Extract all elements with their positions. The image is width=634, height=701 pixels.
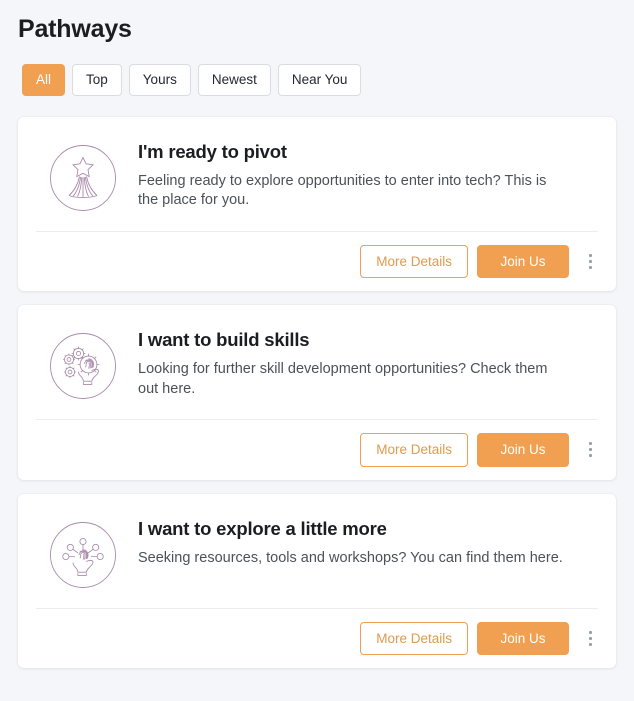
card-title: I want to explore a little more bbox=[138, 517, 387, 539]
card-actions: More Details Join Us bbox=[18, 232, 616, 292]
card-body: I want to explore a little more Seeking … bbox=[18, 494, 616, 608]
card-actions: More Details Join Us bbox=[18, 420, 616, 480]
card-description: Feeling ready to explore opportunities t… bbox=[138, 172, 547, 209]
network-fingerprint-touch-icon bbox=[46, 518, 120, 592]
filter-pill-all[interactable]: All bbox=[22, 64, 66, 96]
pathways-page: Pathways All Top Yours Newest Near You I… bbox=[0, 0, 634, 701]
more-details-button[interactable]: More Details bbox=[360, 244, 468, 278]
card-actions: More Details Join Us bbox=[18, 609, 616, 669]
card-text: I want to explore a little more Seeking … bbox=[138, 516, 598, 569]
join-us-button[interactable]: Join Us bbox=[477, 244, 569, 278]
filter-bar: All Top Yours Newest Near You bbox=[18, 64, 616, 96]
card-title: I'm ready to pivot bbox=[138, 140, 287, 162]
filter-pill-top[interactable]: Top bbox=[72, 64, 122, 96]
kebab-menu-icon[interactable] bbox=[580, 625, 600, 651]
card-description: Seeking resources, tools and workshops? … bbox=[138, 549, 563, 566]
pathway-card[interactable]: I'm ready to pivot Feeling ready to expl… bbox=[18, 116, 616, 292]
filter-pill-near-you[interactable]: Near You bbox=[277, 64, 362, 96]
more-details-button[interactable]: More Details bbox=[360, 621, 468, 655]
more-details-button[interactable]: More Details bbox=[360, 433, 468, 467]
card-description: Looking for further skill development op… bbox=[138, 361, 548, 397]
kebab-menu-icon[interactable] bbox=[580, 248, 600, 274]
card-title: I want to build skills bbox=[138, 329, 310, 350]
card-text: I'm ready to pivot Feeling ready to expl… bbox=[138, 139, 598, 211]
page-title: Pathways bbox=[18, 15, 132, 43]
card-text: I want to build skills Looking for furth… bbox=[138, 327, 598, 399]
pathway-card[interactable]: I want to explore a little more Seeking … bbox=[18, 493, 616, 669]
join-us-button[interactable]: Join Us bbox=[477, 433, 569, 467]
filter-pill-yours[interactable]: Yours bbox=[128, 64, 191, 96]
card-body: I'm ready to pivot Feeling ready to expl… bbox=[18, 117, 616, 231]
card-body: I want to build skills Looking for furth… bbox=[18, 305, 616, 419]
shooting-star-icon bbox=[46, 141, 120, 215]
join-us-button[interactable]: Join Us bbox=[477, 621, 569, 655]
kebab-menu-icon[interactable] bbox=[580, 437, 600, 463]
filter-pill-newest[interactable]: Newest bbox=[197, 64, 271, 96]
gears-fingerprint-touch-icon bbox=[46, 329, 120, 403]
pathway-card[interactable]: I want to build skills Looking for furth… bbox=[18, 305, 616, 480]
pathway-card-list: I'm ready to pivot Feeling ready to expl… bbox=[18, 116, 616, 669]
